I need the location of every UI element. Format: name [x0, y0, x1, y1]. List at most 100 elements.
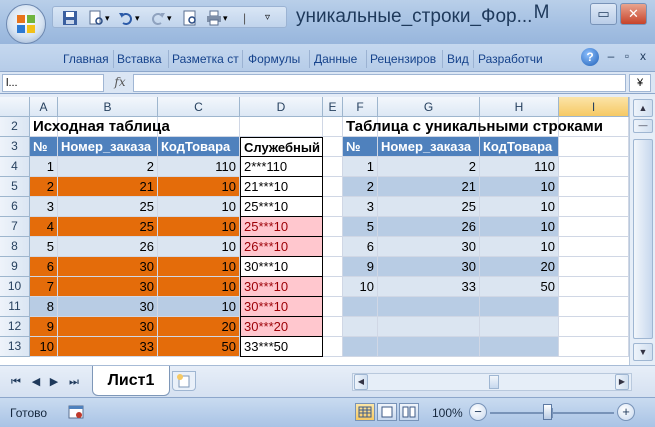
- unique-cell[interactable]: 10: [480, 237, 559, 257]
- tab-developer[interactable]: Разработчи: [474, 48, 550, 70]
- row-header-12[interactable]: 12: [0, 317, 30, 337]
- row-header-5[interactable]: 5: [0, 177, 30, 197]
- help-button[interactable]: ?: [581, 48, 599, 66]
- cell[interactable]: [240, 117, 323, 137]
- spreadsheet-grid[interactable]: A B C D E F G H I 2 3 4 5 6 7 8 9 10 11 12 13 Исходная таблиц…: [0, 97, 629, 365]
- zoom-level[interactable]: 100%: [432, 406, 463, 420]
- row-header-11[interactable]: 11: [0, 297, 30, 317]
- tab-formulas[interactable]: Формулы: [244, 48, 308, 70]
- unique-cell[interactable]: [343, 317, 378, 337]
- cell[interactable]: [559, 277, 629, 297]
- column-header-b[interactable]: B: [58, 97, 158, 117]
- unique-cell[interactable]: [378, 317, 480, 337]
- source-cell[interactable]: 25: [58, 197, 158, 217]
- print-preview-icon[interactable]: [87, 9, 105, 27]
- source-cell[interactable]: 2: [30, 177, 58, 197]
- cell[interactable]: [559, 317, 629, 337]
- restore-button[interactable]: ▭: [590, 3, 617, 25]
- row-header-10[interactable]: 10: [0, 277, 30, 297]
- cell[interactable]: [559, 177, 629, 197]
- key-cell[interactable]: 26***10: [240, 237, 323, 257]
- unique-cell[interactable]: 10: [343, 277, 378, 297]
- source-cell[interactable]: 30: [58, 297, 158, 317]
- unique-cell[interactable]: 10: [480, 197, 559, 217]
- source-cell[interactable]: 33: [58, 337, 158, 357]
- cell[interactable]: [323, 257, 343, 277]
- key-cell[interactable]: 30***20: [240, 317, 323, 337]
- row-header-8[interactable]: 8: [0, 237, 30, 257]
- zoom-slider-thumb[interactable]: [543, 404, 552, 420]
- source-cell[interactable]: 1: [30, 157, 58, 177]
- unique-cell[interactable]: [343, 297, 378, 317]
- source-cell[interactable]: 25: [58, 217, 158, 237]
- key-cell[interactable]: 30***10: [240, 297, 323, 317]
- cell[interactable]: [323, 317, 343, 337]
- cell[interactable]: [323, 197, 343, 217]
- vertical-scrollbar[interactable]: ▲ — ▼: [629, 97, 655, 365]
- row-header-7[interactable]: 7: [0, 217, 30, 237]
- source-cell[interactable]: 50: [158, 337, 240, 357]
- tab-page-layout[interactable]: Разметка ст: [168, 48, 242, 70]
- macro-record-icon[interactable]: [68, 404, 84, 420]
- unique-cell[interactable]: 6: [343, 237, 378, 257]
- expand-formula-bar-button[interactable]: ¥: [629, 74, 651, 92]
- cell[interactable]: [323, 177, 343, 197]
- unique-cell[interactable]: 30: [378, 237, 480, 257]
- source-cell[interactable]: 10: [158, 297, 240, 317]
- tab-data[interactable]: Данные: [310, 48, 366, 70]
- unique-cell[interactable]: 9: [343, 257, 378, 277]
- office-button[interactable]: [6, 4, 46, 44]
- column-header-c[interactable]: C: [158, 97, 240, 117]
- cell[interactable]: [559, 197, 629, 217]
- unique-cell[interactable]: 2: [343, 177, 378, 197]
- unique-cell[interactable]: 1: [343, 157, 378, 177]
- unique-cell[interactable]: 20: [480, 257, 559, 277]
- zoom-out-button[interactable]: −: [469, 403, 487, 421]
- column-header-g[interactable]: G: [378, 97, 480, 117]
- unique-cell[interactable]: 10: [480, 177, 559, 197]
- cell[interactable]: [323, 297, 343, 317]
- source-cell[interactable]: 10: [158, 277, 240, 297]
- row-header-6[interactable]: 6: [0, 197, 30, 217]
- cell[interactable]: [559, 217, 629, 237]
- row-header-13[interactable]: 13: [0, 337, 30, 357]
- tab-view[interactable]: Вид: [443, 48, 473, 70]
- save-icon[interactable]: [61, 9, 79, 27]
- tab-review[interactable]: Рецензиров: [366, 48, 442, 70]
- source-cell[interactable]: 9: [30, 317, 58, 337]
- unique-cell[interactable]: 50: [480, 277, 559, 297]
- tab-insert[interactable]: Вставка: [113, 48, 168, 70]
- print-dropdown-icon[interactable]: ▾: [223, 9, 241, 27]
- source-cell[interactable]: 7: [30, 277, 58, 297]
- column-header-f[interactable]: F: [343, 97, 378, 117]
- source-cell[interactable]: 10: [158, 197, 240, 217]
- source-cell[interactable]: 5: [30, 237, 58, 257]
- source-cell[interactable]: 110: [158, 157, 240, 177]
- scroll-right-icon[interactable]: ▶: [615, 374, 629, 390]
- column-header-h[interactable]: H: [480, 97, 559, 117]
- page-layout-view-button[interactable]: [377, 403, 397, 421]
- unique-cell[interactable]: 26: [378, 217, 480, 237]
- unique-cell[interactable]: 30: [378, 257, 480, 277]
- column-header-d[interactable]: D: [240, 97, 323, 117]
- scroll-up-icon[interactable]: ▲: [633, 99, 653, 117]
- key-cell[interactable]: 33***50: [240, 337, 323, 357]
- cell[interactable]: [559, 337, 629, 357]
- unique-cell[interactable]: 10: [480, 217, 559, 237]
- normal-view-button[interactable]: [355, 403, 375, 421]
- unique-cell[interactable]: 21: [378, 177, 480, 197]
- redo-icon[interactable]: [149, 9, 167, 27]
- print-preview-doc-icon[interactable]: [181, 9, 199, 27]
- source-cell[interactable]: 10: [158, 257, 240, 277]
- formula-input[interactable]: [133, 74, 626, 92]
- quick-print-icon[interactable]: [205, 9, 223, 27]
- name-box[interactable]: l...: [2, 74, 104, 92]
- source-cell[interactable]: 20: [158, 317, 240, 337]
- source-cell[interactable]: 30: [58, 277, 158, 297]
- cell[interactable]: [323, 337, 343, 357]
- tab-home[interactable]: Главная: [59, 48, 113, 70]
- row-header-4[interactable]: 4: [0, 157, 30, 177]
- key-cell[interactable]: 30***10: [240, 257, 323, 277]
- key-cell[interactable]: 2***110: [240, 157, 323, 177]
- unique-cell[interactable]: 25: [378, 197, 480, 217]
